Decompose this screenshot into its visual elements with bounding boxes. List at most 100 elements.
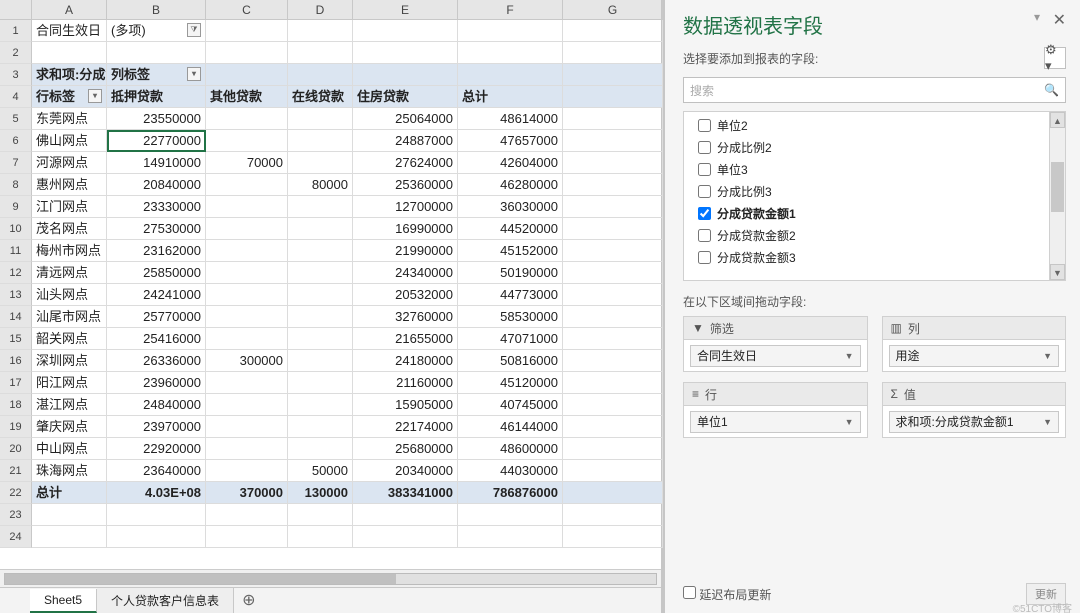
field-item[interactable]: 分成贷款金额2 [688,224,1049,246]
col-h[interactable]: 其他贷款 [206,86,288,108]
empty-cell[interactable] [206,526,288,548]
field-item[interactable]: 分成贷款金额3 [688,246,1049,268]
empty-cell[interactable] [563,218,663,240]
data-cell[interactable] [206,196,288,218]
header-cell[interactable] [563,86,663,108]
empty-cell[interactable] [563,504,663,526]
empty-cell[interactable] [206,504,288,526]
empty-cell[interactable] [563,262,663,284]
data-cell[interactable] [288,240,353,262]
scroll-up-icon[interactable]: ▲ [1050,112,1065,128]
tag-rows[interactable]: 单位1▼ [690,411,861,433]
data-cell[interactable] [206,306,288,328]
data-cell[interactable] [288,130,353,152]
empty-cell[interactable] [353,20,458,42]
data-cell[interactable]: 22770000 [107,130,206,152]
empty-cell[interactable] [458,504,563,526]
data-cell[interactable]: 25360000 [353,174,458,196]
data-cell[interactable]: 48614000 [458,108,563,130]
header-cell[interactable] [353,64,458,86]
row-num[interactable]: 16 [0,350,32,372]
row-label-cell[interactable]: 江门网点 [32,196,107,218]
row-num[interactable]: 23 [0,504,32,526]
col-E[interactable]: E [353,0,458,20]
row-num[interactable]: 15 [0,328,32,350]
data-cell[interactable] [206,174,288,196]
data-cell[interactable]: 300000 [206,350,288,372]
header-cell[interactable] [458,64,563,86]
row-num[interactable]: 14 [0,306,32,328]
data-cell[interactable] [206,218,288,240]
data-cell[interactable]: 45120000 [458,372,563,394]
data-cell[interactable]: 44030000 [458,460,563,482]
row-num[interactable]: 12 [0,262,32,284]
row-label-cell[interactable]: 韶关网点 [32,328,107,350]
empty-cell[interactable] [563,240,663,262]
header-cell[interactable] [563,64,663,86]
row-label-cell[interactable]: 汕头网点 [32,284,107,306]
row-label-cell[interactable]: 东莞网点 [32,108,107,130]
field-scrollbar[interactable]: ▲ ▼ [1049,112,1065,280]
row-num[interactable]: 10 [0,218,32,240]
filter-value[interactable]: (多项)⧩ [107,20,206,42]
row-num[interactable]: 22 [0,482,32,504]
select-all-corner[interactable] [0,0,32,20]
data-cell[interactable]: 21160000 [353,372,458,394]
empty-cell[interactable] [32,504,107,526]
data-cell[interactable]: 25850000 [107,262,206,284]
tag-values[interactable]: 求和项:分成贷款金额1▼ [889,411,1060,433]
empty-cell[interactable] [563,196,663,218]
data-cell[interactable] [206,460,288,482]
col-B[interactable]: B [107,0,206,20]
data-cell[interactable] [288,306,353,328]
data-cell[interactable] [288,196,353,218]
data-cell[interactable]: 24340000 [353,262,458,284]
total-cell[interactable]: 383341000 [353,482,458,504]
field-checkbox[interactable] [698,185,711,198]
data-cell[interactable]: 47657000 [458,130,563,152]
empty-cell[interactable] [458,42,563,64]
data-cell[interactable]: 23330000 [107,196,206,218]
data-cell[interactable]: 23550000 [107,108,206,130]
data-cell[interactable]: 44520000 [458,218,563,240]
field-checkbox[interactable] [698,207,711,220]
empty-cell[interactable] [206,20,288,42]
data-cell[interactable]: 36030000 [458,196,563,218]
area-filter[interactable]: ▼筛选 合同生效日▼ [683,316,868,372]
row-num[interactable]: 13 [0,284,32,306]
data-cell[interactable]: 26336000 [107,350,206,372]
data-cell[interactable] [206,262,288,284]
data-cell[interactable]: 24180000 [353,350,458,372]
gear-icon[interactable]: ⚙ ▾ [1044,47,1066,69]
row-label-cell[interactable]: 河源网点 [32,152,107,174]
data-cell[interactable]: 70000 [206,152,288,174]
data-cell[interactable] [206,416,288,438]
total-cell[interactable]: 786876000 [458,482,563,504]
empty-cell[interactable] [563,438,663,460]
data-cell[interactable]: 23162000 [107,240,206,262]
col-h[interactable]: 住房贷款 [353,86,458,108]
data-cell[interactable]: 25770000 [107,306,206,328]
data-cell[interactable]: 23970000 [107,416,206,438]
data-cell[interactable]: 12700000 [353,196,458,218]
data-cell[interactable] [288,438,353,460]
empty-cell[interactable] [107,42,206,64]
data-cell[interactable]: 50000 [288,460,353,482]
data-cell[interactable]: 45152000 [458,240,563,262]
data-cell[interactable]: 15905000 [353,394,458,416]
col-C[interactable]: C [206,0,288,20]
empty-cell[interactable] [563,394,663,416]
row-label-cell[interactable]: 珠海网点 [32,460,107,482]
field-item[interactable]: 单位2 [688,114,1049,136]
row-label-cell[interactable]: 汕尾市网点 [32,306,107,328]
data-cell[interactable]: 14910000 [107,152,206,174]
row-label-cell[interactable]: 茂名网点 [32,218,107,240]
col-label[interactable]: 列标签▾ [107,64,206,86]
empty-cell[interactable] [563,526,663,548]
empty-cell[interactable] [563,130,663,152]
empty-cell[interactable] [288,42,353,64]
data-cell[interactable]: 21990000 [353,240,458,262]
total-cell[interactable]: 4.03E+08 [107,482,206,504]
pane-minimize-icon[interactable]: ▾ [1034,10,1040,24]
row-label-cell[interactable]: 惠州网点 [32,174,107,196]
